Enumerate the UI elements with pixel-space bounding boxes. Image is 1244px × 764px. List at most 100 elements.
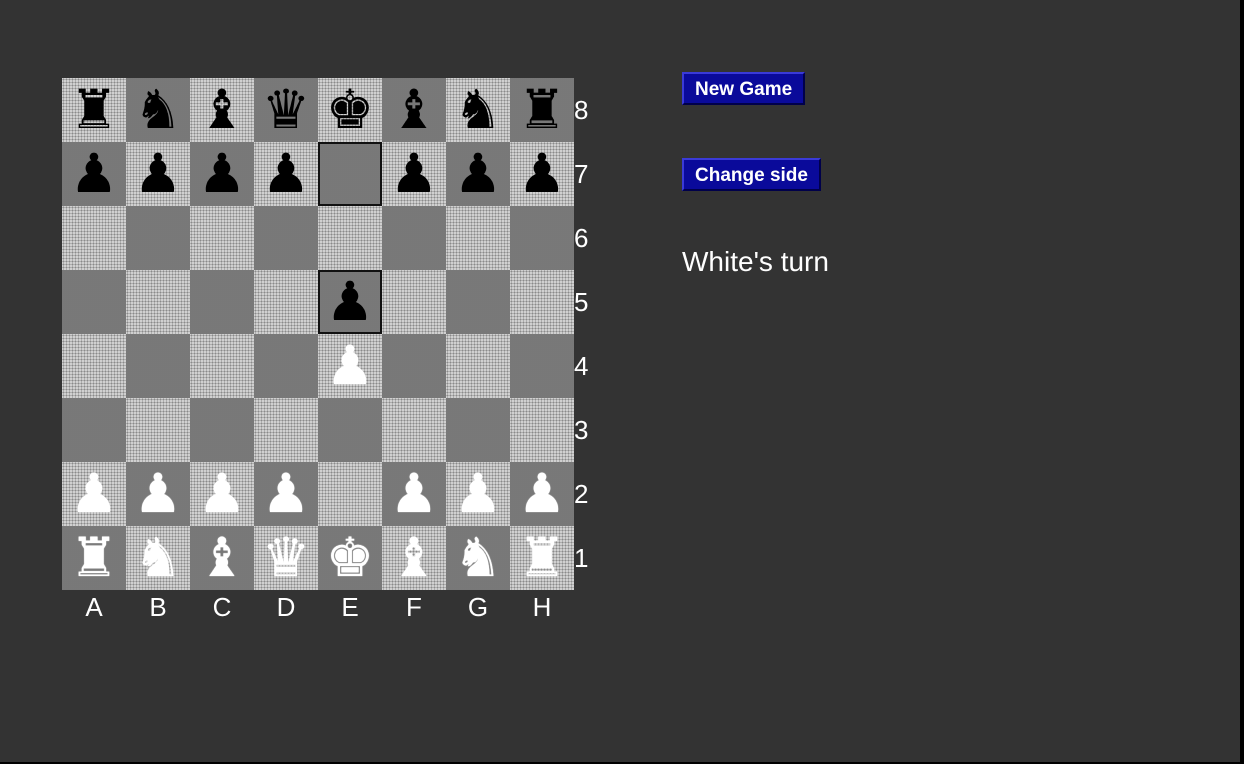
- square-h2[interactable]: ♟: [510, 462, 574, 526]
- square-d8[interactable]: ♛: [254, 78, 318, 142]
- white-pawn-icon[interactable]: ♟: [446, 462, 510, 526]
- square-b1[interactable]: ♞: [126, 526, 190, 590]
- square-b7[interactable]: ♟: [126, 142, 190, 206]
- white-pawn-icon[interactable]: ♟: [254, 462, 318, 526]
- square-e7[interactable]: [318, 142, 382, 206]
- new-game-button[interactable]: New Game: [682, 72, 806, 105]
- white-pawn-icon[interactable]: ♟: [126, 462, 190, 526]
- square-a5[interactable]: [62, 270, 126, 334]
- black-pawn-icon[interactable]: ♟: [382, 142, 446, 206]
- square-a2[interactable]: ♟: [62, 462, 126, 526]
- turn-status: White's turn: [682, 246, 829, 277]
- square-c8[interactable]: ♝: [190, 78, 254, 142]
- black-knight-icon[interactable]: ♞: [126, 78, 190, 142]
- white-bishop-icon[interactable]: ♝: [190, 526, 254, 590]
- black-rook-icon[interactable]: ♜: [62, 78, 126, 142]
- square-f6[interactable]: [382, 206, 446, 270]
- square-g8[interactable]: ♞: [446, 78, 510, 142]
- square-c7[interactable]: ♟: [190, 142, 254, 206]
- square-c4[interactable]: [190, 334, 254, 398]
- white-rook-icon[interactable]: ♜: [62, 526, 126, 590]
- black-bishop-icon[interactable]: ♝: [190, 78, 254, 142]
- white-knight-icon[interactable]: ♞: [446, 526, 510, 590]
- square-b3[interactable]: [126, 398, 190, 462]
- square-e6[interactable]: [318, 206, 382, 270]
- square-d1[interactable]: ♛: [254, 526, 318, 590]
- square-h3[interactable]: [510, 398, 574, 462]
- square-e3[interactable]: [318, 398, 382, 462]
- square-f2[interactable]: ♟: [382, 462, 446, 526]
- square-e2[interactable]: [318, 462, 382, 526]
- black-pawn-icon[interactable]: ♟: [62, 142, 126, 206]
- square-g2[interactable]: ♟: [446, 462, 510, 526]
- square-d5[interactable]: [254, 270, 318, 334]
- square-d6[interactable]: [254, 206, 318, 270]
- square-b5[interactable]: [126, 270, 190, 334]
- black-bishop-icon[interactable]: ♝: [382, 78, 446, 142]
- black-pawn-icon[interactable]: ♟: [254, 142, 318, 206]
- square-h5[interactable]: [510, 270, 574, 334]
- black-rook-icon[interactable]: ♜: [510, 78, 574, 142]
- white-pawn-icon[interactable]: ♟: [510, 462, 574, 526]
- square-g3[interactable]: [446, 398, 510, 462]
- square-b4[interactable]: [126, 334, 190, 398]
- square-a3[interactable]: [62, 398, 126, 462]
- square-f7[interactable]: ♟: [382, 142, 446, 206]
- square-h7[interactable]: ♟: [510, 142, 574, 206]
- square-d7[interactable]: ♟: [254, 142, 318, 206]
- square-a4[interactable]: [62, 334, 126, 398]
- square-b6[interactable]: [126, 206, 190, 270]
- square-f4[interactable]: [382, 334, 446, 398]
- black-pawn-icon[interactable]: ♟: [510, 142, 574, 206]
- black-knight-icon[interactable]: ♞: [446, 78, 510, 142]
- square-d4[interactable]: [254, 334, 318, 398]
- square-b2[interactable]: ♟: [126, 462, 190, 526]
- square-e5[interactable]: ♟: [318, 270, 382, 334]
- square-d3[interactable]: [254, 398, 318, 462]
- black-pawn-icon[interactable]: ♟: [126, 142, 190, 206]
- square-f1[interactable]: ♝: [382, 526, 446, 590]
- white-knight-icon[interactable]: ♞: [126, 526, 190, 590]
- square-g1[interactable]: ♞: [446, 526, 510, 590]
- change-side-button[interactable]: Change side: [682, 158, 821, 191]
- square-a6[interactable]: [62, 206, 126, 270]
- square-h6[interactable]: [510, 206, 574, 270]
- black-pawn-icon[interactable]: ♟: [190, 142, 254, 206]
- square-e4[interactable]: ♟: [318, 334, 382, 398]
- square-c5[interactable]: [190, 270, 254, 334]
- square-a1[interactable]: ♜: [62, 526, 126, 590]
- square-c2[interactable]: ♟: [190, 462, 254, 526]
- square-h8[interactable]: ♜: [510, 78, 574, 142]
- square-f8[interactable]: ♝: [382, 78, 446, 142]
- black-pawn-icon[interactable]: ♟: [318, 270, 382, 334]
- rank-label-6: 6: [574, 223, 589, 253]
- square-a8[interactable]: ♜: [62, 78, 126, 142]
- square-d2[interactable]: ♟: [254, 462, 318, 526]
- square-e1[interactable]: ♚: [318, 526, 382, 590]
- black-queen-icon[interactable]: ♛: [254, 78, 318, 142]
- white-pawn-icon[interactable]: ♟: [190, 462, 254, 526]
- square-e8[interactable]: ♚: [318, 78, 382, 142]
- square-c1[interactable]: ♝: [190, 526, 254, 590]
- white-king-icon[interactable]: ♚: [318, 526, 382, 590]
- white-pawn-icon[interactable]: ♟: [318, 334, 382, 398]
- square-f5[interactable]: [382, 270, 446, 334]
- square-b8[interactable]: ♞: [126, 78, 190, 142]
- square-h4[interactable]: [510, 334, 574, 398]
- black-king-icon[interactable]: ♚: [318, 78, 382, 142]
- square-g5[interactable]: [446, 270, 510, 334]
- black-pawn-icon[interactable]: ♟: [446, 142, 510, 206]
- white-rook-icon[interactable]: ♜: [510, 526, 574, 590]
- square-a7[interactable]: ♟: [62, 142, 126, 206]
- square-g7[interactable]: ♟: [446, 142, 510, 206]
- square-h1[interactable]: ♜: [510, 526, 574, 590]
- white-pawn-icon[interactable]: ♟: [382, 462, 446, 526]
- white-queen-icon[interactable]: ♛: [254, 526, 318, 590]
- white-bishop-icon[interactable]: ♝: [382, 526, 446, 590]
- square-c6[interactable]: [190, 206, 254, 270]
- square-g6[interactable]: [446, 206, 510, 270]
- square-g4[interactable]: [446, 334, 510, 398]
- white-pawn-icon[interactable]: ♟: [62, 462, 126, 526]
- square-c3[interactable]: [190, 398, 254, 462]
- square-f3[interactable]: [382, 398, 446, 462]
